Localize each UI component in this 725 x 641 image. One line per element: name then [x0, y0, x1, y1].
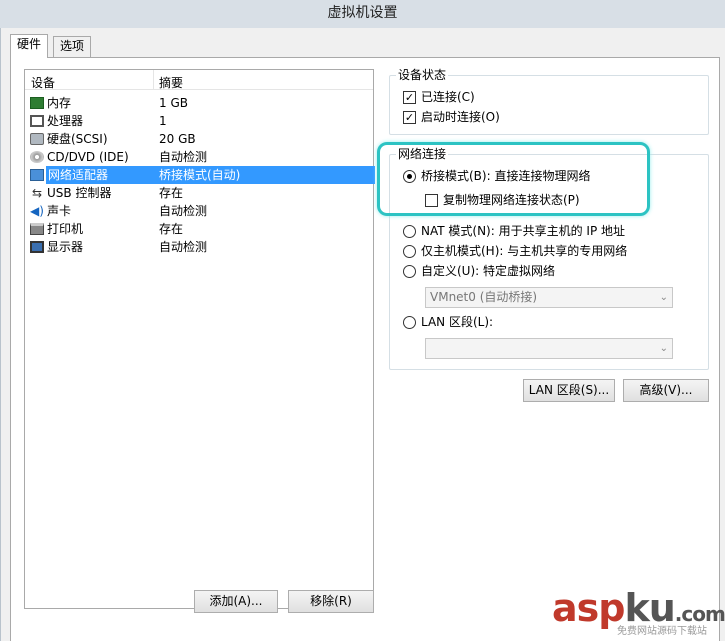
chevron-down-icon: ⌄ [659, 343, 668, 354]
connect-at-power-on-label: 启动时连接(O) [421, 110, 500, 124]
printer-icon [30, 223, 44, 235]
nat-mode-label: NAT 模式(N): 用于共享主机的 IP 地址 [421, 224, 626, 238]
lan-segment-label: LAN 区段(L): [421, 315, 494, 329]
column-separator[interactable] [153, 70, 154, 90]
device-summary: 存在 [159, 222, 184, 236]
watermark-subtitle: 免费网站源码下载站 [617, 626, 707, 637]
checkmark-icon: ✓ [403, 91, 416, 104]
sound-card-icon: ◀) [30, 204, 44, 218]
device-name: 内存 [47, 96, 72, 110]
device-row-hard-disk[interactable]: 硬盘(SCSI) 20 GB [25, 130, 373, 148]
device-row-memory[interactable]: 内存 1 GB [25, 94, 373, 112]
device-summary: 自动检测 [159, 204, 208, 218]
advanced-button[interactable]: 高级(V)... [623, 379, 709, 402]
bridged-highlight-annotation [377, 142, 650, 216]
custom-network-label: 自定义(U): 特定虚拟网络 [421, 264, 556, 278]
remove-device-button[interactable]: 移除(R) [288, 590, 374, 613]
device-name: 网络适配器 [46, 166, 158, 184]
device-row-display[interactable]: 显示器 自动检测 [25, 238, 373, 256]
device-status-group: 设备状态 [389, 68, 709, 135]
device-summary: 20 GB [159, 132, 196, 146]
device-name: 显示器 [47, 240, 84, 254]
device-row-printer[interactable]: 打印机 存在 [25, 220, 373, 238]
host-only-label: 仅主机模式(H): 与主机共享的专用网络 [421, 244, 628, 258]
device-name: 处理器 [47, 114, 84, 128]
radio-empty-icon [403, 225, 416, 238]
radio-empty-icon [403, 265, 416, 278]
cpu-icon [30, 115, 44, 127]
device-row-network-adapter[interactable]: 网络适配器 桥接模式(自动) [25, 166, 375, 184]
window-title: 虚拟机设置 [327, 5, 398, 21]
add-device-button[interactable]: 添加(A)... [194, 590, 278, 613]
network-adapter-icon [30, 169, 44, 181]
tab-options[interactable]: 选项 [53, 36, 92, 57]
host-only-radio[interactable]: 仅主机模式(H): 与主机共享的专用网络 [403, 243, 627, 259]
device-name: CD/DVD (IDE) [47, 150, 129, 164]
connected-label: 已连接(C) [421, 90, 475, 104]
device-name: 声卡 [47, 204, 72, 218]
hard-disk-icon [30, 133, 44, 145]
device-name: 硬盘(SCSI) [47, 132, 108, 146]
device-row-cd-dvd[interactable]: CD/DVD (IDE) 自动检测 [25, 148, 373, 166]
checkmark-icon: ✓ [403, 111, 416, 124]
tab-hardware[interactable]: 硬件 [10, 34, 49, 58]
cd-dvd-icon [30, 151, 44, 163]
nat-mode-radio[interactable]: NAT 模式(N): 用于共享主机的 IP 地址 [403, 223, 625, 239]
device-summary: 1 GB [159, 96, 188, 110]
device-row-sound-card[interactable]: ◀) 声卡 自动检测 [25, 202, 373, 220]
lan-segment-select[interactable]: ⌄ [425, 338, 673, 359]
lan-segments-button[interactable]: LAN 区段(S)... [523, 379, 615, 402]
display-icon [30, 241, 44, 253]
custom-network-select[interactable]: VMnet0 (自动桥接) ⌄ [425, 287, 673, 308]
device-row-usb-controller[interactable]: ⇆ USB 控制器 存在 [25, 184, 373, 202]
device-name: USB 控制器 [47, 186, 112, 200]
device-summary: 1 [159, 114, 167, 128]
device-summary: 自动检测 [159, 150, 208, 164]
device-status-title: 设备状态 [396, 68, 449, 82]
connected-checkbox[interactable]: ✓ 已连接(C) [403, 89, 475, 105]
radio-empty-icon [403, 245, 416, 258]
usb-icon: ⇆ [31, 186, 43, 200]
device-summary: 桥接模式(自动) [155, 166, 375, 184]
chevron-down-icon: ⌄ [659, 292, 668, 303]
column-header-device[interactable]: 设备 [31, 74, 55, 91]
radio-empty-icon [403, 316, 416, 329]
title-bar: 虚拟机设置 [0, 0, 725, 28]
device-summary: 自动检测 [159, 240, 208, 254]
memory-icon [30, 97, 44, 109]
device-list-header: 设备 摘要 [25, 70, 373, 90]
lan-segment-radio[interactable]: LAN 区段(L): [403, 314, 493, 330]
device-row-processor[interactable]: 处理器 1 [25, 112, 373, 130]
column-header-summary[interactable]: 摘要 [159, 74, 183, 91]
device-name: 打印机 [47, 222, 84, 236]
device-list[interactable]: 设备 摘要 内存 1 GB 处理器 1 硬盘(SCSI) 20 GB CD/DV… [24, 69, 375, 609]
connect-at-power-on-checkbox[interactable]: ✓ 启动时连接(O) [403, 109, 500, 125]
custom-network-radio[interactable]: 自定义(U): 特定虚拟网络 [403, 263, 555, 279]
watermark-asp: asp [552, 586, 625, 630]
custom-network-select-value: VMnet0 (自动桥接) [430, 290, 538, 304]
device-summary: 存在 [159, 186, 184, 200]
